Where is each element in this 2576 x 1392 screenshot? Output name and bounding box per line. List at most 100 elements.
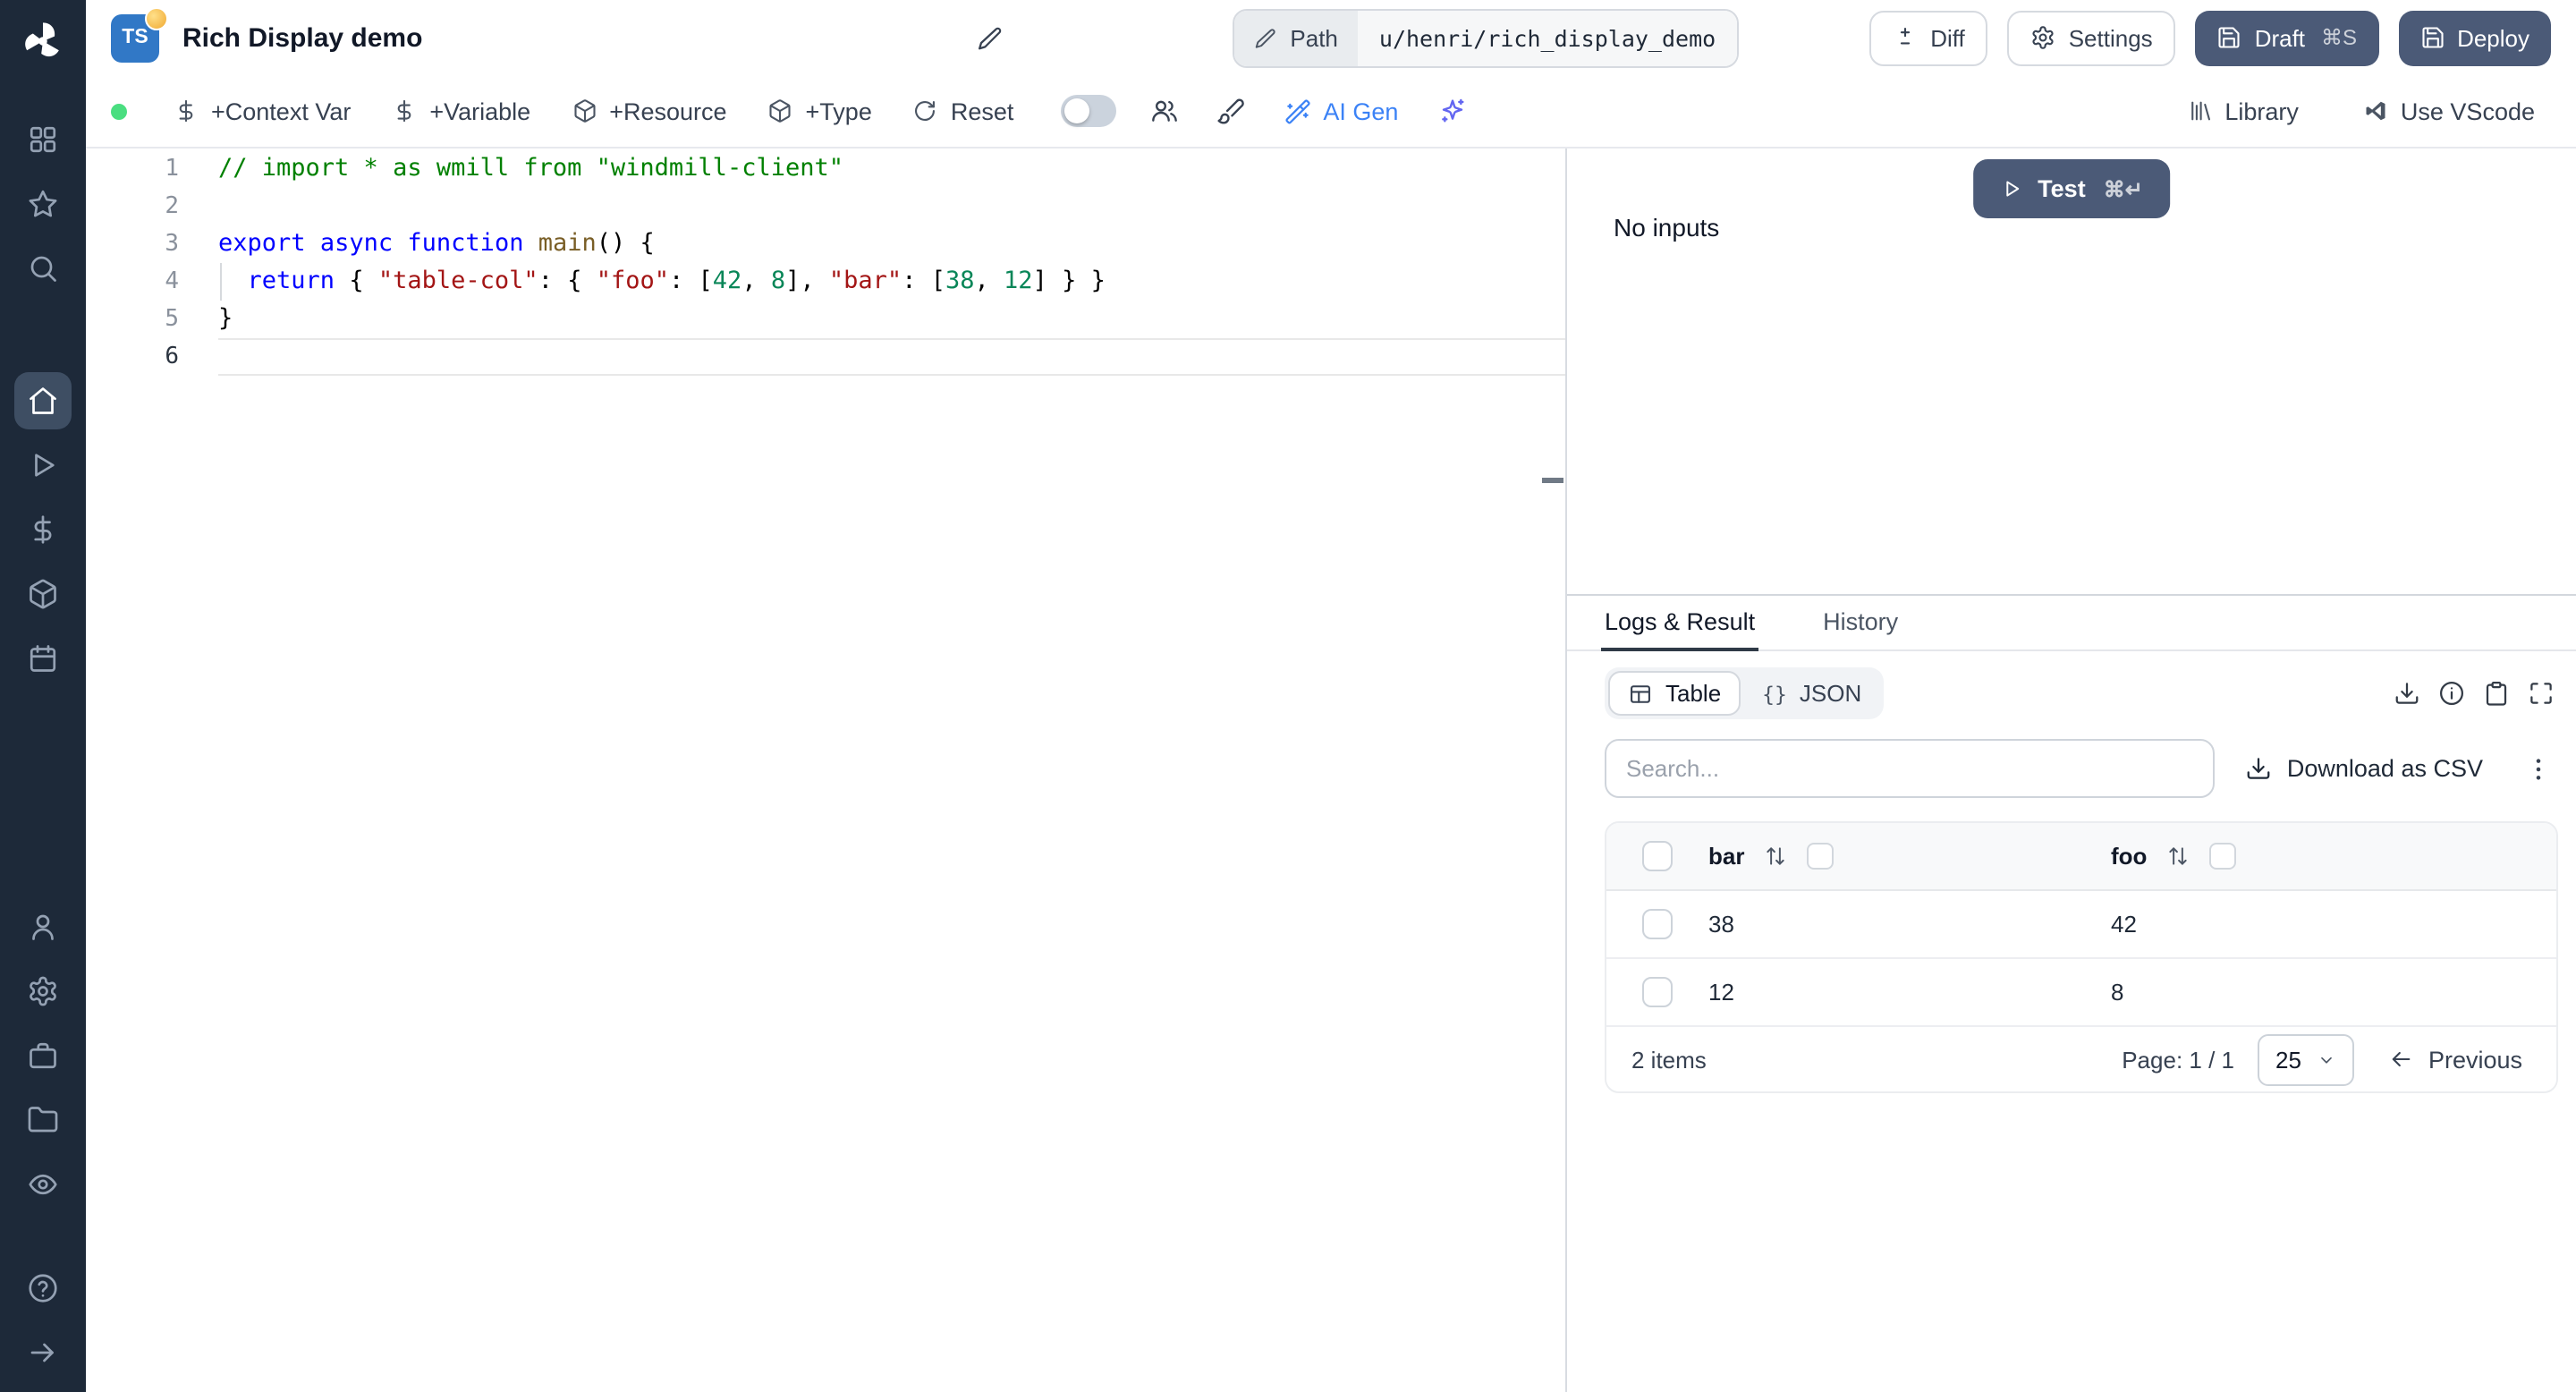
code-line-4[interactable]: return { "table-col": { "foo": [42, 8], … xyxy=(218,263,1565,301)
tab-history[interactable]: History xyxy=(1819,596,1902,651)
code-line-5[interactable]: } xyxy=(218,301,1565,338)
view-json-button[interactable]: {} JSON xyxy=(1744,671,1879,716)
sidebar-item-settings-gear[interactable] xyxy=(14,963,72,1020)
add-type-button[interactable]: +Type xyxy=(752,84,888,138)
download-csv-button[interactable]: Download as CSV xyxy=(2235,753,2494,784)
expand-icon[interactable] xyxy=(2528,680,2555,707)
test-button[interactable]: Test ⌘↵ xyxy=(1973,159,2170,218)
search-input[interactable] xyxy=(1605,739,2215,798)
path-field[interactable]: Path u/henri/rich_display_demo xyxy=(1233,8,1740,67)
schedules-calendar-icon xyxy=(27,642,59,675)
sidebar-item-collapse-arrow[interactable] xyxy=(14,1324,72,1381)
copy-result-icon[interactable] xyxy=(2483,680,2510,707)
result-panel: Logs & Result History Table {} JSON Sear… xyxy=(1567,596,2576,1392)
column-select-checkbox[interactable] xyxy=(1807,843,1835,870)
code-editor[interactable]: 1 2 3 4 5 6 // import * as wmill from "windmi… xyxy=(86,149,1567,1392)
code-line-6[interactable] xyxy=(218,338,1565,376)
table-row: 38 42 xyxy=(1606,891,2556,959)
toggle-knob xyxy=(1063,98,1089,123)
download-result-icon[interactable] xyxy=(2394,680,2420,707)
view-table-button[interactable]: Table xyxy=(1608,671,1741,716)
info-icon[interactable] xyxy=(2438,680,2465,707)
sidebar-item-user[interactable] xyxy=(14,898,72,955)
draft-button[interactable]: Draft ⌘S xyxy=(2195,10,2379,65)
sidebar-item-resources-cube[interactable] xyxy=(14,565,72,623)
table-footer: 2 items Page: 1 / 1 25 Previous xyxy=(1606,1027,2556,1091)
edit-path-pencil-icon xyxy=(1254,26,1277,49)
tab-logs-result[interactable]: Logs & Result xyxy=(1601,596,1759,651)
add-context-var-label: +Context Var xyxy=(211,98,352,124)
add-resource-label: +Resource xyxy=(609,98,727,124)
kebab-menu-icon[interactable] xyxy=(2524,754,2553,783)
windmill-logo[interactable] xyxy=(16,14,70,68)
page-indicator: Page: 1 / 1 xyxy=(2122,1046,2234,1073)
settings-button-label: Settings xyxy=(2068,24,2153,51)
code-line-3[interactable]: export async function main() { xyxy=(218,225,1565,263)
diff-button[interactable]: Diff xyxy=(1869,10,1988,65)
sort-icon[interactable] xyxy=(1764,845,1787,868)
edit-summary-pencil-icon[interactable] xyxy=(977,24,1004,51)
sidebar xyxy=(0,0,86,1392)
sort-icon[interactable] xyxy=(2166,845,2190,868)
row-checkbox[interactable] xyxy=(1642,977,1673,1007)
select-all-checkbox[interactable] xyxy=(1642,841,1673,871)
sidebar-item-workers-briefcase[interactable] xyxy=(14,1027,72,1084)
runs-play-icon xyxy=(27,449,59,481)
resources-cube-icon xyxy=(27,578,59,610)
sidebar-item-schedules-calendar[interactable] xyxy=(14,630,72,687)
sidebar-item-variables-dollar[interactable] xyxy=(14,501,72,558)
line-number: 5 xyxy=(165,306,179,333)
multiplayer-users-icon[interactable] xyxy=(1135,97,1192,125)
search-icon xyxy=(27,252,59,284)
sidebar-item-help[interactable] xyxy=(14,1260,72,1317)
sidebar-item-apps-grid[interactable] xyxy=(14,111,72,168)
test-button-label: Test xyxy=(2038,175,2086,202)
sidebar-item-runs-play[interactable] xyxy=(14,437,72,494)
sidebar-item-home[interactable] xyxy=(14,372,72,429)
column-header-bar: bar xyxy=(1708,843,2111,870)
deploy-button[interactable]: Deploy xyxy=(2398,10,2551,65)
path-label-section[interactable]: Path xyxy=(1234,10,1358,65)
sparkles-icon[interactable] xyxy=(1423,97,1480,125)
use-vscode-button[interactable]: Use VScode xyxy=(2347,84,2551,138)
sidebar-item-favorites-star[interactable] xyxy=(14,175,72,233)
column-select-checkbox[interactable] xyxy=(2209,843,2237,870)
toolbar-right: Library Use VScode xyxy=(2171,84,2551,138)
items-count: 2 items xyxy=(1631,1046,1707,1073)
add-variable-button[interactable]: +Variable xyxy=(376,84,547,138)
code-line-1[interactable]: // import * as wmill from "windmill-clie… xyxy=(218,150,1565,188)
format-brush-icon[interactable] xyxy=(1201,97,1258,125)
sidebar-item-folders[interactable] xyxy=(14,1091,72,1149)
settings-button[interactable]: Settings xyxy=(2007,10,2176,65)
table-body: 38 42 12 8 xyxy=(1606,891,2556,1027)
ai-gen-label: AI Gen xyxy=(1323,98,1399,124)
sidebar-item-search[interactable] xyxy=(14,240,72,297)
braces-icon: {} xyxy=(1762,681,1787,706)
dollar-icon xyxy=(174,98,199,123)
page-size-select[interactable]: 25 xyxy=(2258,1033,2355,1085)
folders-icon xyxy=(27,1104,59,1136)
ai-gen-button[interactable]: AI Gen xyxy=(1267,84,1414,138)
row-checkbox[interactable] xyxy=(1642,909,1673,939)
add-resource-button[interactable]: +Resource xyxy=(555,84,742,138)
diff-mode-toggle[interactable] xyxy=(1060,95,1116,127)
table-header: bar foo xyxy=(1606,823,2556,891)
add-context-var-button[interactable]: +Context Var xyxy=(157,84,367,138)
chevron-down-icon xyxy=(2318,1049,2337,1069)
library-button[interactable]: Library xyxy=(2171,84,2315,138)
play-icon xyxy=(2000,177,2023,200)
overview-ruler-cursor xyxy=(1542,478,1563,482)
line-number: 2 xyxy=(165,193,179,220)
reset-button[interactable]: Reset xyxy=(897,84,1030,138)
column-label: foo xyxy=(2111,843,2148,870)
help-icon xyxy=(27,1272,59,1304)
use-vscode-label: Use VScode xyxy=(2400,98,2535,124)
table-cell: 8 xyxy=(2111,979,2124,1006)
sidebar-item-audit-eye[interactable] xyxy=(14,1156,72,1213)
column-header-foo: foo xyxy=(2111,843,2556,870)
table-row: 12 8 xyxy=(1606,959,2556,1027)
emoji-sticker xyxy=(145,6,168,30)
path-value[interactable]: u/henri/rich_display_demo xyxy=(1357,10,1738,65)
code-line-2[interactable] xyxy=(218,188,1565,225)
previous-page-button[interactable]: Previous xyxy=(2378,1044,2533,1074)
